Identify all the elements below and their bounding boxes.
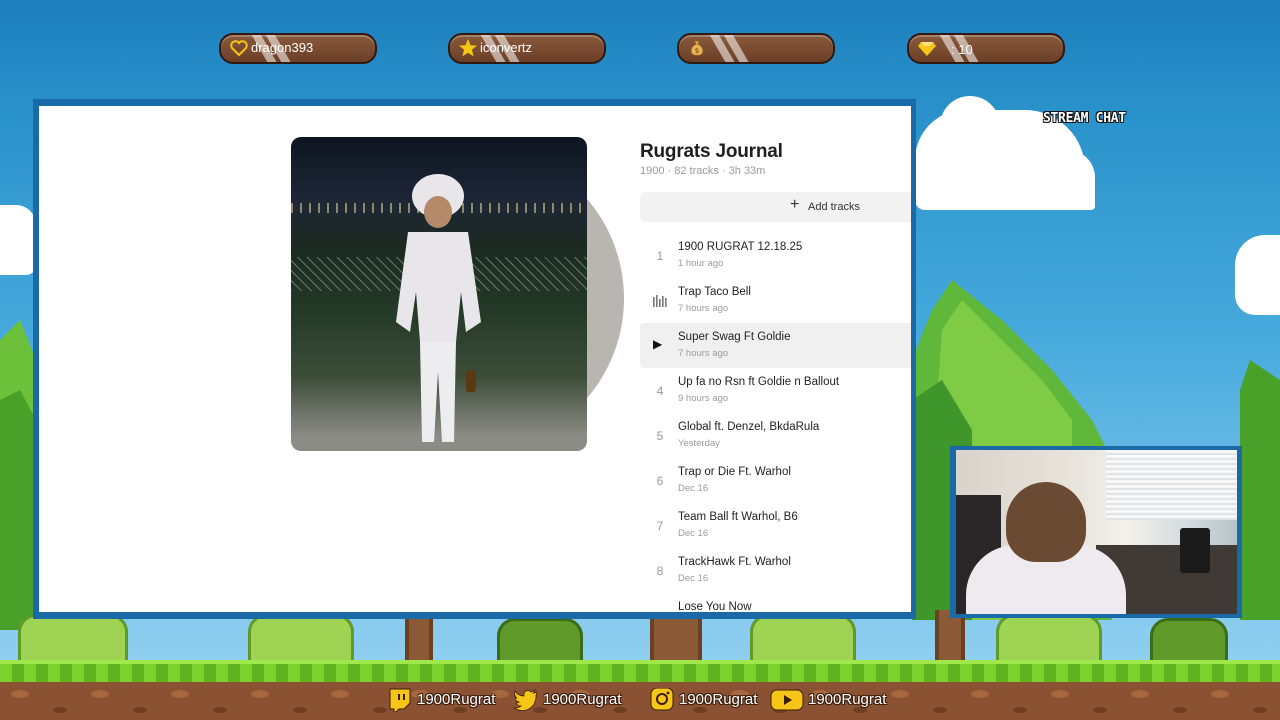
track-row[interactable]: 7 Team Ball ft Warhol, B6 Dec 16	[640, 503, 911, 548]
gems-pill: : 10	[907, 33, 1065, 64]
track-row[interactable]: Trap Taco Bell 7 hours ago	[640, 278, 911, 323]
track-row[interactable]: 8 TrackHawk Ft. Warhol Dec 16	[640, 548, 911, 593]
instagram-icon	[650, 688, 674, 711]
far-right-tree	[1240, 360, 1280, 620]
youtube-icon	[770, 689, 804, 711]
track-row[interactable]: 4 Up fa no Rsn ft Goldie n Ballout 9 hou…	[640, 368, 911, 413]
track-row-hovered[interactable]: ▶ Super Swag Ft Goldie 7 hours ago	[640, 323, 911, 368]
twitch-handle: 1900Rugrat	[417, 691, 496, 708]
add-tracks-label: Add tracks	[808, 201, 860, 213]
track-number: 5	[656, 429, 664, 443]
track-name: Trap or Die Ft. Warhol	[678, 466, 791, 478]
track-time: 9 hours ago	[678, 393, 729, 404]
track-row[interactable]: Lose You Now	[640, 593, 911, 612]
track-time: 7 hours ago	[678, 303, 729, 314]
youtube-handle: 1900Rugrat	[808, 691, 887, 708]
dirt-strip	[0, 682, 1280, 720]
latest-subscriber-pill: iconvertz	[448, 33, 606, 64]
track-time: 7 hours ago	[678, 348, 729, 359]
bush	[1150, 618, 1228, 666]
bush	[750, 614, 856, 666]
streamer-head	[1006, 482, 1086, 562]
heart-icon	[230, 40, 248, 57]
bush	[497, 618, 583, 666]
cloud	[0, 205, 36, 275]
track-name: Trap Taco Bell	[678, 286, 751, 298]
person-figure	[396, 174, 481, 442]
star-icon	[459, 39, 477, 57]
studio-speaker	[1180, 528, 1210, 573]
track-name: Team Ball ft Warhol, B6	[678, 511, 798, 523]
playlist-title: Rugrats Journal	[640, 141, 783, 162]
webcam-feed	[956, 450, 1237, 614]
track-time: 1 hour ago	[678, 258, 724, 269]
track-name: Global ft. Denzel, BkdaRula	[678, 421, 820, 433]
track-name: 1900 RUGRAT 12.18.25	[678, 241, 803, 253]
latest-follower-pill: dragon393	[219, 33, 377, 64]
track-number: 8	[656, 564, 664, 578]
follower-name: dragon393	[251, 40, 314, 55]
window-blinds	[1106, 450, 1237, 520]
svg-text:$: $	[695, 47, 699, 55]
track-time: Yesterday	[678, 438, 720, 449]
track-name: Lose You Now	[678, 601, 752, 612]
cloud	[1235, 235, 1280, 315]
track-name: Up fa no Rsn ft Goldie n Ballout	[678, 376, 840, 388]
track-number: 6	[656, 474, 664, 488]
track-row[interactable]: 5 Global ft. Denzel, BkdaRula Yesterday	[640, 413, 911, 458]
play-icon[interactable]: ▶	[653, 337, 662, 351]
now-playing-bars-icon	[653, 295, 667, 307]
left-tree-foliage	[0, 320, 36, 630]
track-row[interactable]: 1 1900 RUGRAT 12.18.25 1 hour ago	[640, 233, 911, 278]
track-time: Dec 16	[678, 573, 709, 584]
add-tracks-button[interactable]: + Add tracks	[640, 192, 911, 222]
track-number: 4	[656, 384, 664, 398]
track-number: 1	[656, 249, 664, 263]
cloud	[1040, 150, 1095, 210]
bush	[248, 614, 354, 666]
album-cover-image[interactable]	[291, 137, 587, 451]
subscriber-name: iconvertz	[480, 40, 533, 55]
diamond-icon	[918, 42, 936, 56]
twitter-handle: 1900Rugrat	[543, 691, 622, 708]
track-row[interactable]: 6 Trap or Die Ft. Warhol Dec 16	[640, 458, 911, 503]
twitter-icon	[513, 689, 538, 712]
instagram-handle: 1900Rugrat	[679, 691, 758, 708]
bush	[996, 614, 1102, 666]
track-name: Super Swag Ft Goldie	[678, 331, 791, 343]
bush	[18, 614, 128, 666]
twitch-icon	[389, 688, 411, 712]
playlist-meta: 1900 · 82 tracks · 3h 33m	[640, 165, 766, 177]
track-time: Dec 16	[678, 483, 709, 494]
money-bag-icon: $	[690, 40, 704, 56]
track-name: TrackHawk Ft. Warhol	[678, 556, 791, 568]
gems-count: : 10	[951, 42, 973, 57]
latest-donation-pill: $	[677, 33, 835, 64]
track-time: Dec 16	[678, 528, 709, 539]
track-number: 7	[656, 519, 664, 533]
music-playlist-panel: Rugrats Journal 1900 · 82 tracks · 3h 33…	[39, 106, 911, 612]
plus-icon: +	[790, 196, 800, 213]
stream-chat-title: STREAM CHAT	[1043, 111, 1126, 126]
